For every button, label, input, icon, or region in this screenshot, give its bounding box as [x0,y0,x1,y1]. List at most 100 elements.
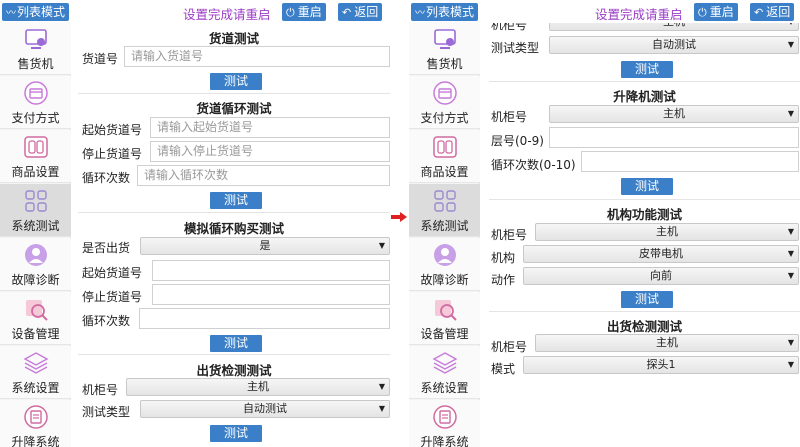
test-content-right: 机柜号 主机▼ 测试类型 自动测试▼ 测试 升降机测试 机柜号 主机▼ 层号(0… [489,23,800,447]
device-manage-icon [25,300,48,321]
left-screen: 〰列表模式 设置完成请重启 ⏻ 重启 ↶ 返回 售货机 支付方式 商品设置 系统测试… [0,0,390,447]
section-title-dispense-detect: 出货检测测试 [196,363,272,378]
lift-loop-input[interactable] [581,151,799,172]
channel-input[interactable]: 请输入货道号 [124,46,390,67]
section-title-mechanism-test: 机构功能测试 [606,207,682,222]
dropdown-caret-icon: ▼ [787,360,794,369]
cabinet-select[interactable]: 主机▼ [126,378,390,396]
back-arrow-icon: ↶ [754,6,764,19]
system-settings-icon [432,352,457,374]
dropdown-caret-icon: ▼ [787,227,794,236]
detect-cabinet-select[interactable]: 主机 ▼ [535,334,799,352]
stop-channel-input[interactable]: 请输入停止货道号 [150,141,390,162]
dropdown-caret-icon: ▼ [788,23,794,30]
section-title-sim-purchase: 模拟循环购买测试 [183,221,284,236]
sidebar: 售货机 支付方式 商品设置 系统测试 故障诊断 设备管理 系统设置 升降系统 [409,22,480,447]
test-type-label: 测试类型 [491,41,540,55]
restart-button[interactable]: ⏻ 重启 [282,3,326,21]
sim-count-input[interactable] [139,308,390,329]
dispense-test-button[interactable]: 测试 [621,61,673,78]
back-button[interactable]: ↶ 返回 [338,3,383,21]
sim-count-label: 循环次数 [82,314,131,328]
mechanism-select[interactable]: 皮带电机 ▼ [523,245,799,263]
sidebar-item-device[interactable]: 设备管理 [409,292,480,345]
sidebar-item-vending[interactable]: 售货机 [0,22,71,75]
lift-loop-label: 循环次数(0-10) [491,158,576,172]
sidebar-item-settings[interactable]: 系统设置 [0,346,71,399]
test-type-select[interactable]: 自动测试 ▼ [140,400,390,418]
lift-cabinet-select[interactable]: 主机 ▼ [549,105,799,123]
section-title-dispense-detect-2: 出货检测测试 [606,319,682,334]
sidebar-item-system-test[interactable]: 系统测试 [0,184,71,237]
detect-mode-select[interactable]: 探头1 ▼ [523,356,799,374]
loop-test-button[interactable]: 测试 [210,192,262,209]
restart-notice: 设置完成请重启 [595,7,683,22]
wave-icon: 〰 [6,8,16,19]
divider [78,212,390,213]
dropdown-caret-icon: ▼ [787,271,794,280]
divider [489,311,800,312]
sidebar-item-device[interactable]: 设备管理 [0,292,71,345]
sim-stop-label: 停止货道号 [82,290,143,304]
test-type-label: 测试类型 [82,405,131,419]
mechanism-test-button[interactable]: 测试 [621,291,673,308]
sim-start-input[interactable] [152,260,390,281]
test-content-left: 货道测试 货道号 请输入货道号 测试 货道循环测试 起始货道号 请输入起始货道号… [78,23,390,447]
mech-cabinet-label: 机柜号 [491,228,528,242]
lift-test-button[interactable]: 测试 [621,178,673,195]
layer-input[interactable] [549,127,799,148]
cabinet-select[interactable]: 主机▼ [549,23,799,31]
fault-diagnosis-icon [433,244,456,266]
product-icon [432,136,457,158]
sidebar-item-payment[interactable]: 支付方式 [0,76,71,129]
sidebar-item-fault[interactable]: 故障诊断 [0,238,71,291]
right-screen: 〰列表模式 设置完成请重启 ⏻ 重启 ↶ 返回 售货机 支付方式 商品设置 系统测试… [409,0,800,447]
sim-start-label: 起始货道号 [82,266,143,280]
divider [78,354,390,355]
dispense-label: 是否出货 [82,241,131,255]
sim-stop-input[interactable] [152,284,390,305]
back-arrow-icon: ↶ [342,6,352,19]
dropdown-caret-icon: ▼ [787,109,794,118]
channel-test-button[interactable]: 测试 [210,73,262,90]
payment-card-icon [432,81,457,105]
back-button[interactable]: ↶ 返回 [750,3,795,21]
sidebar-item-payment[interactable]: 支付方式 [409,76,480,129]
start-channel-input[interactable]: 请输入起始货道号 [150,117,390,138]
power-icon: ⏻ [286,6,295,19]
dispense-select[interactable]: 是 ▼ [140,237,390,255]
test-type-select[interactable]: 自动测试 ▼ [549,36,799,54]
system-test-icon [433,190,456,212]
dropdown-caret-icon: ▼ [787,40,794,49]
lift-system-icon [432,405,457,429]
section-title-channel-test: 货道测试 [208,31,259,46]
vending-machine-icon [433,29,456,49]
sim-test-button[interactable]: 测试 [210,335,262,352]
cabinet-label: 机柜号 [491,23,528,32]
sidebar-item-product[interactable]: 商品设置 [409,130,480,183]
sidebar-item-fault[interactable]: 故障诊断 [409,238,480,291]
dispense-test-button[interactable]: 测试 [210,425,262,442]
sidebar-item-vending[interactable]: 售货机 [409,22,480,75]
divider [489,199,800,200]
layer-label: 层号(0-9) [491,134,544,148]
dropdown-caret-icon: ▼ [378,241,385,250]
list-mode-button[interactable]: 〰列表模式 [411,3,479,21]
vending-machine-icon [24,29,47,49]
sidebar-item-lift[interactable]: 升降系统 [0,400,71,447]
start-channel-label: 起始货道号 [82,123,143,137]
list-mode-button[interactable]: 〰列表模式 [2,3,70,21]
sidebar-item-lift[interactable]: 升降系统 [409,400,480,447]
product-icon [23,136,48,158]
dropdown-caret-icon: ▼ [787,338,794,347]
action-select[interactable]: 向前 ▼ [523,267,799,285]
sidebar-item-settings[interactable]: 系统设置 [409,346,480,399]
restart-button[interactable]: ⏻ 重启 [694,3,738,21]
mech-cabinet-select[interactable]: 主机 ▼ [535,223,799,241]
device-manage-icon [434,300,457,321]
sidebar-item-system-test[interactable]: 系统测试 [409,184,480,237]
loop-count-label: 循环次数 [82,171,131,185]
sidebar-item-product[interactable]: 商品设置 [0,130,71,183]
lift-cabinet-label: 机柜号 [491,110,528,124]
loop-count-input[interactable]: 请输入循环次数 [137,165,390,186]
